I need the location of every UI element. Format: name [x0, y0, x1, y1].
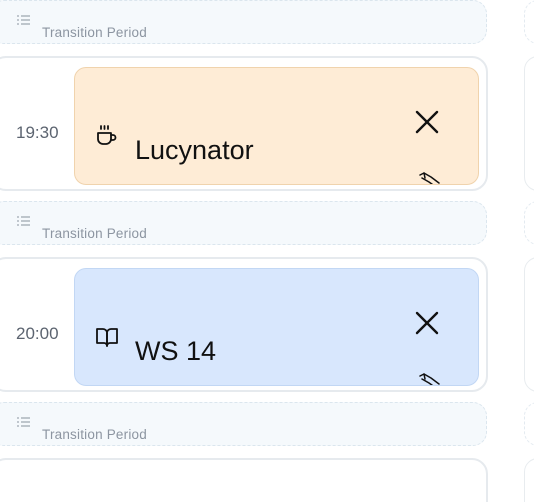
transition-period-bar: Transition Period: [0, 402, 487, 446]
book-icon: [96, 328, 118, 347]
drag-handle-icon[interactable]: [417, 171, 443, 185]
drag-handle-icon[interactable]: [417, 372, 443, 386]
close-icon[interactable]: [413, 108, 441, 136]
transition-label: Transition Period: [42, 25, 147, 40]
transition-label: Transition Period: [42, 226, 147, 241]
schedule-view: Transition Period 19:30 Lucynator Transi…: [0, 0, 534, 502]
schedule-slot: [0, 458, 488, 502]
schedule-slot: 20:00 WS 14: [0, 257, 488, 392]
list-icon: [17, 417, 30, 427]
adjacent-slot: [524, 257, 534, 392]
adjacent-slot: [524, 458, 534, 502]
event-title: WS 14: [135, 336, 217, 366]
transition-period-bar: Transition Period: [0, 0, 487, 44]
transition-period-bar: Transition Period: [0, 201, 487, 245]
event-title: Lucynator: [135, 135, 254, 165]
list-icon: [17, 216, 30, 226]
adjacent-transition-bar: [524, 201, 534, 245]
event-card[interactable]: WS 14: [74, 268, 479, 386]
adjacent-transition-bar: [524, 0, 534, 44]
event-card[interactable]: Lucynator: [74, 67, 479, 185]
coffee-icon: [97, 125, 117, 145]
adjacent-slot: [524, 56, 534, 191]
adjacent-transition-bar: [524, 402, 534, 446]
list-icon: [17, 15, 30, 25]
transition-label: Transition Period: [42, 427, 147, 442]
slot-time: 19:30: [16, 123, 59, 142]
close-icon[interactable]: [413, 309, 441, 337]
schedule-slot: 19:30 Lucynator: [0, 56, 488, 191]
slot-time: 20:00: [16, 324, 59, 343]
